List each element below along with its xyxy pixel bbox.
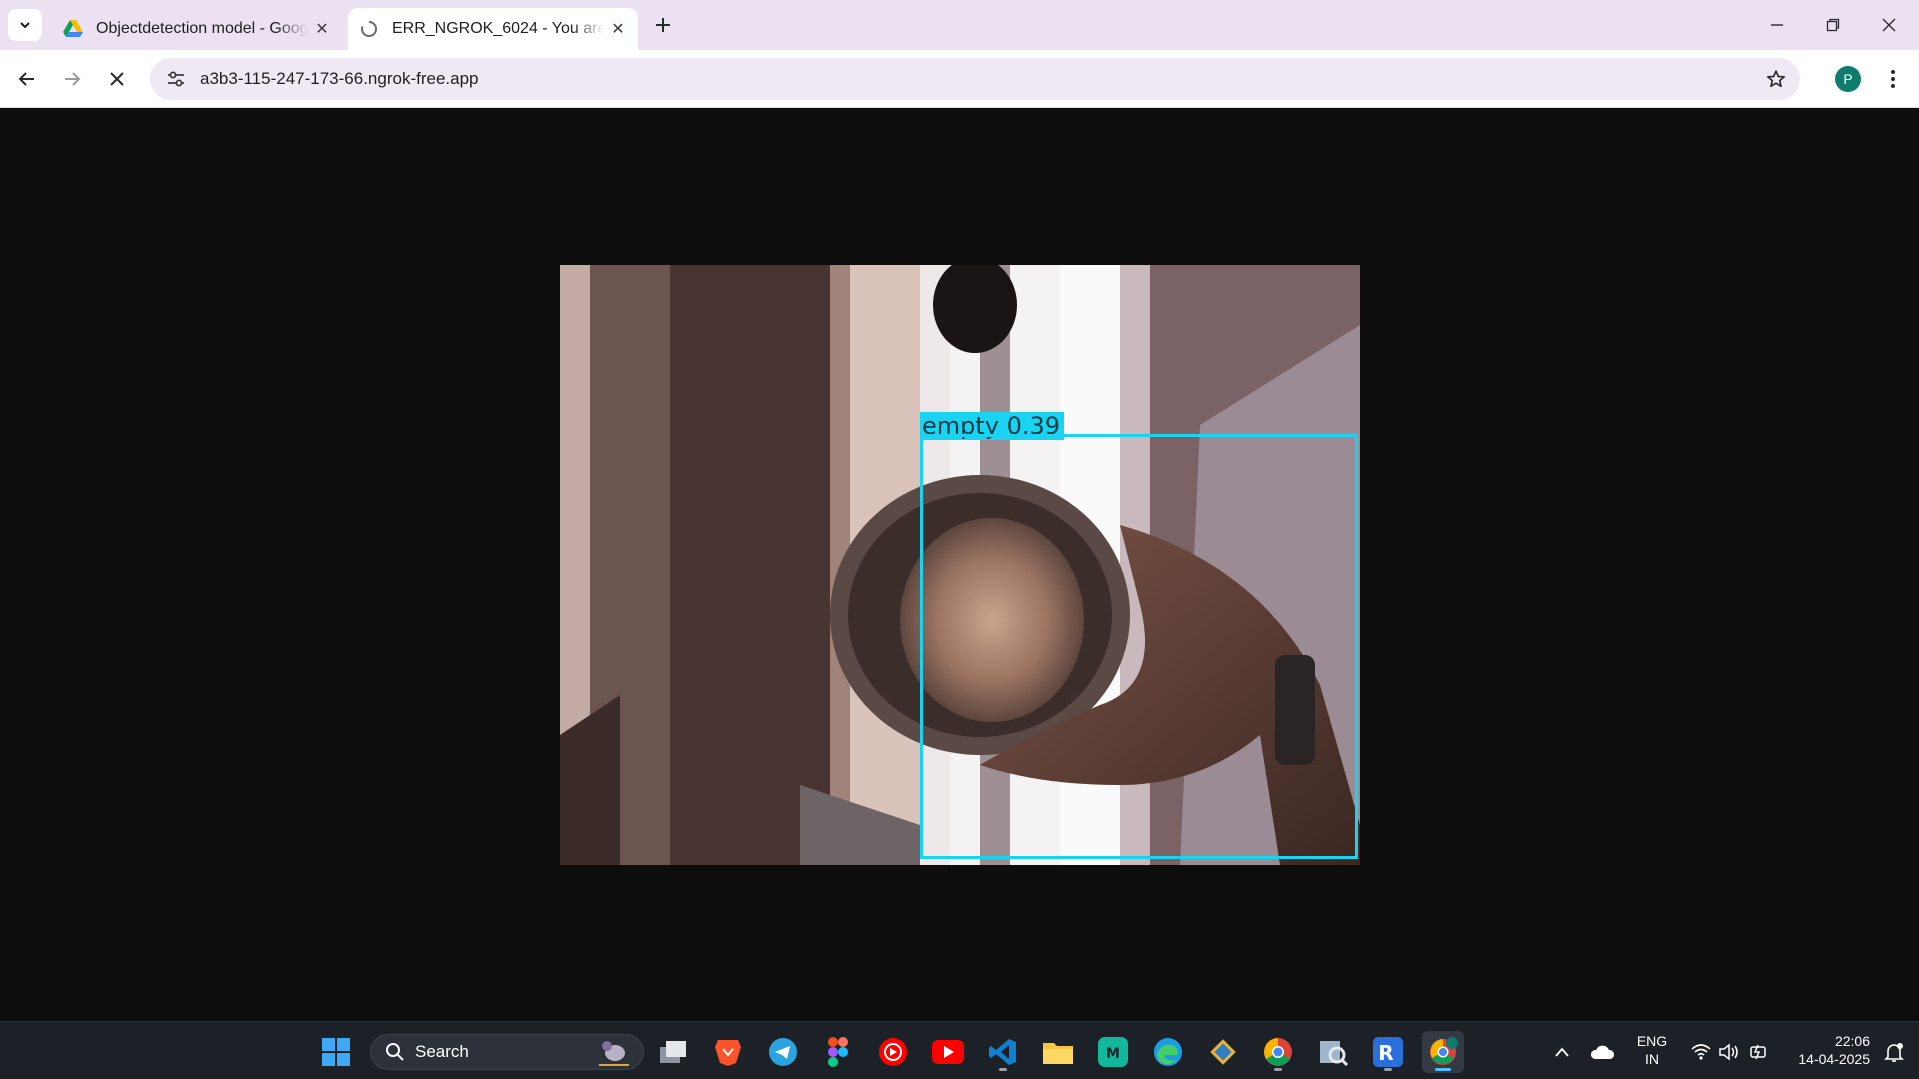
chevron-down-icon	[20, 22, 30, 29]
clock[interactable]: 22:06 14-04-2025	[1780, 1032, 1870, 1068]
search-label: Search	[415, 1042, 469, 1061]
taskbar-chrome-profile[interactable]	[1422, 1031, 1464, 1073]
youtube-icon	[932, 1040, 964, 1064]
minimize-icon	[1771, 24, 1783, 26]
quick-settings-button[interactable]	[1680, 1031, 1780, 1073]
taskbar-search[interactable]: Search	[370, 1034, 644, 1070]
google-drive-icon	[62, 18, 84, 40]
arrow-right-icon	[65, 72, 81, 86]
taskbar-youtube-music[interactable]	[872, 1031, 914, 1073]
taskbar-figma[interactable]	[817, 1031, 859, 1073]
task-view-button[interactable]	[652, 1031, 694, 1073]
stop-loading-button[interactable]	[99, 61, 135, 97]
running-indicator	[1384, 1068, 1392, 1071]
taskbar-maxon[interactable]: M	[1092, 1031, 1134, 1073]
folder-icon	[1043, 1043, 1073, 1064]
tab-google-drive[interactable]: Objectdetection model - Google Drive ✕	[52, 8, 342, 50]
taskbar-brave[interactable]	[707, 1031, 749, 1073]
battery-icon	[1750, 1044, 1766, 1060]
telegram-icon	[769, 1038, 797, 1066]
tab-title: Objectdetection model - Google Drive	[96, 20, 308, 37]
show-hidden-icons-button[interactable]	[1542, 1031, 1582, 1073]
tab-search-button[interactable]	[8, 9, 42, 41]
running-indicator	[999, 1068, 1007, 1071]
maxon-icon: M	[1098, 1037, 1128, 1067]
close-icon	[1882, 18, 1896, 32]
taskbar-edge[interactable]	[1147, 1031, 1189, 1073]
language-line1: ENG	[1636, 1033, 1668, 1049]
close-icon	[110, 72, 124, 86]
search-tool-icon	[1320, 1041, 1348, 1067]
taskbar-rstudio[interactable]: R	[1367, 1031, 1409, 1073]
tab-title: ERR_NGROK_6024 - You are about to visit	[392, 20, 604, 37]
file-explorer-icon	[660, 1041, 686, 1063]
taskbar-search-tool[interactable]	[1312, 1031, 1354, 1073]
bird-illustration-icon	[599, 1041, 629, 1066]
taskbar-youtube[interactable]	[927, 1031, 969, 1073]
language-indicator[interactable]: ENG IN	[1630, 1032, 1674, 1068]
bookmark-star-icon[interactable]	[1756, 69, 1796, 89]
brave-icon	[715, 1040, 741, 1066]
edge-icon	[1154, 1038, 1182, 1066]
git-icon	[1210, 1039, 1236, 1065]
close-tab-icon[interactable]: ✕	[308, 15, 336, 43]
chrome-profile-icon	[1430, 1037, 1458, 1065]
plus-icon	[656, 18, 670, 32]
more-menu-button[interactable]	[1878, 63, 1908, 95]
browser-toolbar: a3b3-115-247-173-66.ngrok-free.app P	[0, 50, 1919, 108]
onedrive-button[interactable]	[1582, 1031, 1622, 1073]
site-settings-icon[interactable]	[156, 70, 196, 88]
svg-text:R: R	[1378, 1041, 1393, 1065]
taskbar-telegram[interactable]	[762, 1031, 804, 1073]
minimize-button[interactable]	[1749, 0, 1805, 50]
rstudio-icon: R	[1373, 1037, 1403, 1067]
taskbar-vscode[interactable]	[982, 1031, 1024, 1073]
svg-text:M: M	[1106, 1046, 1120, 1062]
kebab-menu-icon	[1891, 70, 1895, 88]
tab-ngrok[interactable]: ERR_NGROK_6024 - You are about to visit …	[348, 8, 638, 50]
language-line2: IN	[1645, 1051, 1659, 1067]
running-indicator	[1435, 1068, 1451, 1071]
chrome-icon	[1264, 1038, 1292, 1066]
notifications-button[interactable]	[1874, 1031, 1914, 1073]
clock-date: 14-04-2025	[1798, 1051, 1870, 1067]
detection-video-frame: empty 0.39	[560, 265, 1360, 865]
tab-strip: Objectdetection model - Google Drive ✕ E…	[0, 0, 1919, 50]
close-tab-icon[interactable]: ✕	[604, 15, 632, 43]
arrow-left-icon	[18, 72, 34, 86]
cloud-icon	[1590, 1045, 1615, 1059]
close-window-button[interactable]	[1861, 0, 1917, 50]
running-indicator	[1274, 1068, 1282, 1071]
back-button[interactable]	[9, 61, 45, 97]
profile-avatar[interactable]: P	[1835, 66, 1861, 92]
windows-logo-icon	[322, 1038, 350, 1066]
page-content: empty 0.39	[0, 109, 1919, 1021]
wifi-icon	[1691, 1044, 1711, 1060]
start-button[interactable]	[315, 1031, 357, 1073]
taskbar-folder[interactable]	[1037, 1031, 1079, 1073]
loading-spinner-icon	[358, 18, 380, 40]
chevron-up-icon	[1555, 1047, 1569, 1057]
new-tab-button[interactable]	[648, 10, 678, 40]
clock-time: 22:06	[1834, 1033, 1870, 1049]
taskbar-chrome[interactable]	[1257, 1031, 1299, 1073]
restore-icon	[1826, 18, 1840, 32]
youtube-music-icon	[879, 1038, 907, 1066]
address-bar[interactable]: a3b3-115-247-173-66.ngrok-free.app	[150, 58, 1800, 100]
windows-taskbar: Search M R ENG IN 22:06 14-04-2025	[0, 1021, 1919, 1079]
vscode-icon	[989, 1039, 1016, 1065]
figma-icon	[828, 1037, 848, 1067]
url-text[interactable]: a3b3-115-247-173-66.ngrok-free.app	[200, 69, 1756, 89]
restore-button[interactable]	[1805, 0, 1861, 50]
forward-button[interactable]	[54, 61, 90, 97]
search-icon	[386, 1043, 404, 1061]
taskbar-git[interactable]	[1202, 1031, 1244, 1073]
notification-bell-icon	[1884, 1043, 1904, 1062]
detection-bounding-box	[920, 434, 1358, 859]
volume-icon	[1719, 1043, 1738, 1061]
